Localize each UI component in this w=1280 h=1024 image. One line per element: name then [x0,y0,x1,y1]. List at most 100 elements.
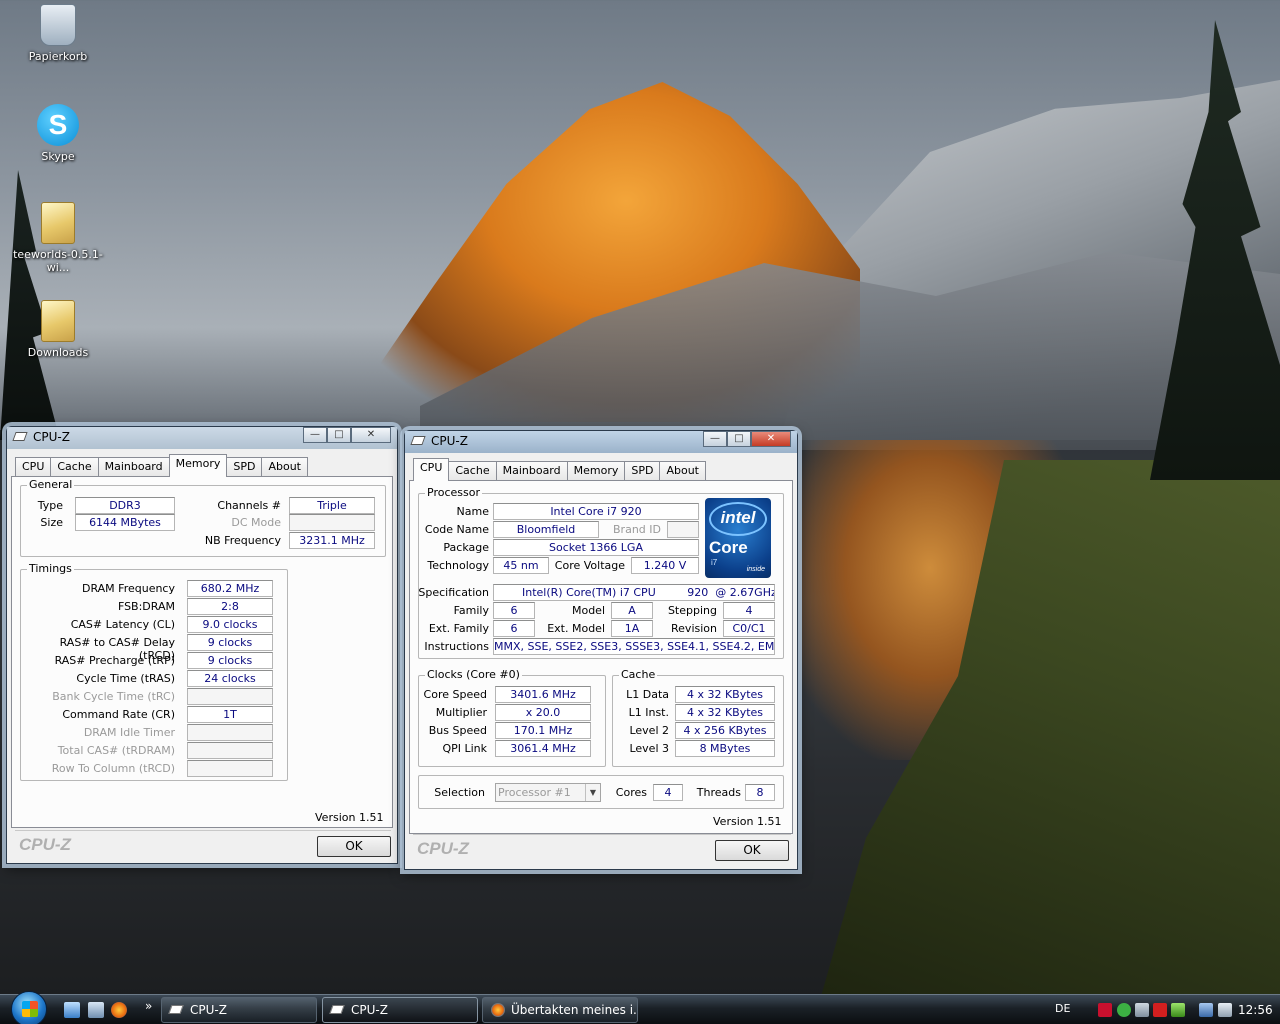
tab-cache[interactable]: Cache [448,461,497,481]
cores-value: 4 [653,784,683,801]
network-icon[interactable] [1135,1003,1149,1017]
tab-cpu[interactable]: CPU [15,457,52,477]
maximize-button[interactable]: □ [727,431,751,447]
firefox-icon[interactable] [111,1002,127,1018]
logo-inside-text: inside [746,566,765,573]
core-voltage-label: Core Voltage [554,559,625,572]
cpuz-memory-window[interactable]: CPU-Z — □ ✕ CPU Cache Mainboard Memory S… [6,426,398,864]
folder-icon [41,202,75,244]
show-desktop-icon[interactable] [64,1002,80,1018]
tab-about[interactable]: About [261,457,308,477]
multiplier-value: x 20.0 [495,704,591,721]
core-speed-label: Core Speed [423,688,487,701]
desktop-icon-skype[interactable]: S Skype [8,104,108,163]
windows-logo-icon [22,1001,38,1017]
qpi-link-label: QPI Link [442,742,487,755]
revision-value: C0/C1 [723,620,775,637]
cpuz-cpu-window[interactable]: CPU-Z — □ ✕ CPU Cache Mainboard Memory S… [404,430,798,870]
minimize-button[interactable]: — [303,427,327,443]
desktop-icon-teeworlds[interactable]: teeworlds-0.5.1-wi... [8,202,108,274]
tab-cache[interactable]: Cache [50,457,99,477]
technology-value: 45 nm [493,557,549,574]
group-label: General [27,478,75,491]
logo-core-text: Core [709,538,748,557]
tab-cpu[interactable]: CPU [413,458,450,481]
timing-label: Bank Cycle Time (tRC) [52,690,175,703]
close-button[interactable]: ✕ [351,427,391,443]
tab-about[interactable]: About [659,461,706,481]
revision-label: Revision [671,622,717,635]
taskbar-button-label: CPU-Z [351,1003,388,1017]
bus-speed-value: 170.1 MHz [495,722,591,739]
instructions-value: MMX, SSE, SSE2, SSE3, SSSE3, SSE4.1, SSE… [493,638,775,655]
dc-mode-value [289,514,375,531]
tab-mainboard[interactable]: Mainboard [97,457,170,477]
switch-windows-icon[interactable] [88,1002,104,1018]
taskbar-button-firefox[interactable]: Übertakten meines i... [482,997,638,1023]
ati-catalyst-icon[interactable] [1098,1003,1112,1017]
skype-status-icon[interactable] [1117,1003,1131,1017]
chevron-down-icon[interactable]: ▼ [585,784,600,801]
taskbar: » CPU-Z CPU-Z Übertakten meines i... DE … [0,991,1280,1024]
processor-selection-dropdown[interactable]: Processor #1 ▼ [495,783,601,802]
l1-inst-value: 4 x 32 KBytes [675,704,775,721]
ext-model-label: Ext. Model [547,622,605,635]
qpi-link-value: 3061.4 MHz [495,740,591,757]
intel-core-i7-logo: intel Core i7 inside [705,498,771,578]
tab-spd[interactable]: SPD [226,457,263,477]
level3-label: Level 3 [629,742,669,755]
multiplier-label: Multiplier [435,706,487,719]
package-label: Package [443,541,489,554]
desktop-icon-downloads[interactable]: Downloads [8,300,108,359]
tab-memory[interactable]: Memory [566,461,626,481]
quicklaunch-overflow-chevron[interactable]: » [145,999,152,1013]
dc-mode-label: DC Mode [231,516,281,529]
timing-label: RAS# Precharge (tRP) [54,654,175,667]
channels-value: Triple [289,497,375,514]
tab-memory[interactable]: Memory [168,454,228,477]
maximize-button[interactable]: □ [327,427,351,443]
processor-group: Processor Name Intel Core i7 920 Code Na… [418,486,784,659]
title-bar[interactable]: CPU-Z — □ ✕ [405,431,797,453]
minimize-button[interactable]: — [703,431,727,447]
taskbar-button-cpuz-1[interactable]: CPU-Z [161,997,317,1023]
close-button[interactable]: ✕ [751,431,791,447]
timing-label: Row To Column (tRCD) [51,762,175,775]
size-label: Size [40,516,63,529]
type-label: Type [37,499,63,512]
cpuz-brand-logo: CPU-Z [19,835,71,854]
package-value: Socket 1366 LGA [493,539,699,556]
timing-value: 9.0 clocks [187,616,273,633]
firefox-icon [491,1003,505,1017]
brand-id-value [667,521,699,538]
channels-label: Channels # [217,499,281,512]
volume-icon[interactable] [1218,1003,1232,1017]
timing-value: 9 clocks [187,634,273,651]
l1-data-value: 4 x 32 KBytes [675,686,775,703]
desktop-icon-recycle-bin[interactable]: Papierkorb [8,4,108,63]
power-icon[interactable] [1171,1003,1185,1017]
timing-value: 2:8 [187,598,273,615]
wallpaper-sunlit-peak [340,82,860,422]
clock[interactable]: 12:56 [1238,1003,1273,1017]
title-bar[interactable]: CPU-Z — □ ✕ [7,427,397,449]
level2-value: 4 x 256 KBytes [675,722,775,739]
selection-value: Processor #1 [498,786,571,799]
tab-spd[interactable]: SPD [624,461,661,481]
start-button[interactable] [11,991,47,1024]
antivirus-icon[interactable] [1153,1003,1167,1017]
bus-speed-label: Bus Speed [428,724,487,737]
taskbar-button-cpuz-2[interactable]: CPU-Z [322,997,478,1023]
general-group: General Type DDR3 Size 6144 MBytes Chann… [20,478,386,557]
ok-button[interactable]: OK [715,840,789,861]
monitor-icon[interactable] [1199,1003,1213,1017]
l1-inst-label: L1 Inst. [628,706,669,719]
tab-mainboard[interactable]: Mainboard [495,461,568,481]
clocks-group: Clocks (Core #0) Core Speed 3401.6 MHz M… [418,668,606,767]
version-label: Version 1.51 [315,811,384,824]
timing-value: 1T [187,706,273,723]
ok-button[interactable]: OK [317,836,391,857]
timing-value [187,688,273,705]
logo-intel-text: intel [720,508,756,527]
language-indicator[interactable]: DE [1055,1002,1070,1015]
